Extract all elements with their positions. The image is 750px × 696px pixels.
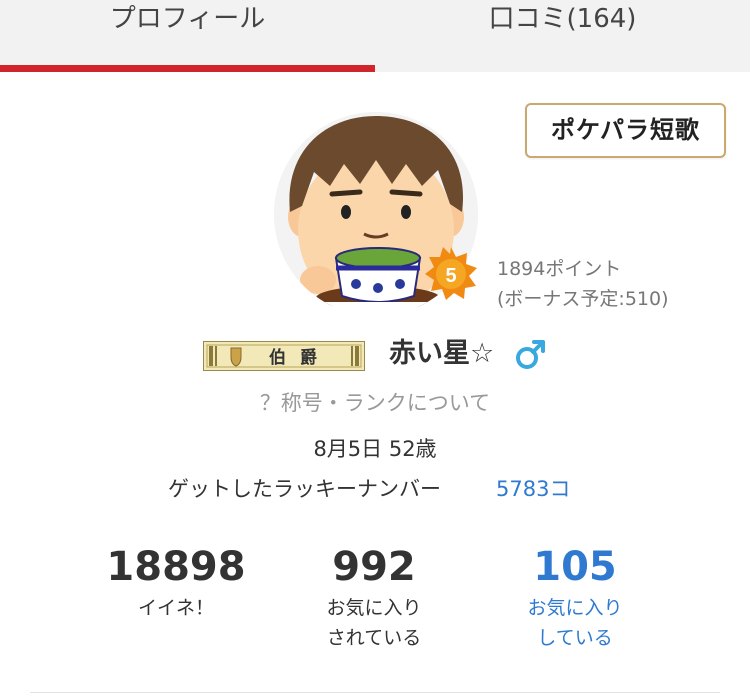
stat-favorited-by-value: 992: [332, 544, 416, 590]
tab-bar: プロフィール 口コミ(164): [0, 0, 750, 72]
active-tab-indicator: [0, 65, 375, 72]
tab-profile[interactable]: プロフィール: [0, 0, 375, 72]
tab-reviews[interactable]: 口コミ(164): [375, 0, 750, 72]
stat-likes: 18898 イイネ！: [66, 541, 286, 623]
shield-icon: [230, 347, 242, 367]
stat-favorited-by-label-1: お気に入り: [326, 597, 422, 619]
rank-star-badge: 5: [424, 246, 478, 300]
pokepara-tanka-button[interactable]: ポケパラ短歌: [525, 103, 726, 158]
stat-favorited-by-label-2: されている: [326, 627, 422, 649]
points-info: 1894ポイント (ボーナス予定:510): [497, 254, 669, 314]
username: 赤い星☆: [389, 338, 495, 369]
stat-likes-value: 18898: [106, 544, 246, 590]
stat-favorited-by: 992 お気に入り されている: [264, 541, 484, 653]
stat-likes-label: イイネ！: [137, 597, 214, 619]
stat-favoriting[interactable]: 105 お気に入り している: [465, 541, 685, 653]
male-symbol-icon: [514, 337, 548, 371]
title-plate: 伯爵: [203, 341, 365, 371]
lucky-number-label: ゲットしたラッキーナンバー: [168, 477, 441, 501]
points-value: 1894ポイント: [497, 258, 622, 280]
section-divider: [30, 692, 720, 693]
stat-favoriting-label-1[interactable]: お気に入り: [465, 593, 685, 623]
lucky-number-link[interactable]: 5783コ: [496, 472, 570, 506]
rank-level-text: 5: [445, 265, 456, 287]
stat-favoriting-label-2[interactable]: している: [465, 623, 685, 653]
birthday-age: 8月5日 52歳: [313, 437, 437, 461]
title-plate-text: 伯爵: [269, 347, 331, 368]
stat-favoriting-value[interactable]: 105: [465, 541, 685, 593]
bonus-points: (ボーナス予定:510): [497, 288, 669, 310]
rank-info-link[interactable]: ？称号・ランクについて: [0, 386, 750, 420]
star-badge-icon: 5: [425, 247, 477, 300]
